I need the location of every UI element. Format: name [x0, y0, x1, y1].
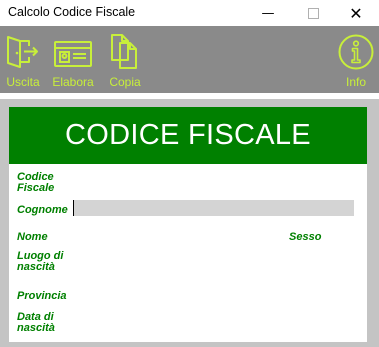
- close-icon: ✕: [349, 3, 363, 23]
- exit-door-icon: [7, 36, 38, 68]
- info-label: Info: [345, 75, 366, 89]
- uscita-button[interactable]: Uscita: [4, 26, 42, 93]
- cognome-input[interactable]: [73, 200, 354, 216]
- uscita-label: Uscita: [6, 75, 40, 89]
- copia-button[interactable]: Copia: [103, 26, 147, 93]
- maximize-icon: [307, 7, 319, 19]
- data-nascita-label: Data di nascità: [17, 312, 55, 334]
- form-area: CODICE FISCALE Codice Fiscale Cognome No…: [9, 107, 367, 342]
- main-panel: CODICE FISCALE Codice Fiscale Cognome No…: [0, 99, 379, 347]
- minimize-icon: —: [261, 5, 275, 21]
- codice-fiscale-label: Codice Fiscale: [17, 172, 54, 194]
- toolbar: Uscita Elabora Copia Info: [0, 26, 379, 93]
- window-title: Calcolo Codice Fiscale: [8, 5, 136, 19]
- codice-fiscale-label-line2: Fiscale: [17, 182, 55, 194]
- luogo-nascita-label: Luogo di nascità: [17, 251, 63, 273]
- info-button[interactable]: Info: [336, 26, 376, 93]
- info-circle-icon: [338, 34, 374, 70]
- maximize-button[interactable]: [290, 0, 336, 26]
- id-card-icon: [54, 41, 92, 67]
- luogo-nascita-label-line2: nascità: [17, 261, 55, 273]
- nome-label: Nome: [17, 231, 48, 243]
- elabora-label: Elabora: [52, 75, 94, 89]
- data-nascita-label-line2: nascità: [17, 322, 55, 334]
- cognome-label: Cognome: [17, 204, 68, 216]
- elabora-button[interactable]: Elabora: [48, 26, 98, 93]
- copia-label: Copia: [109, 75, 141, 89]
- provincia-label: Provincia: [17, 290, 67, 302]
- sesso-label: Sesso: [289, 231, 322, 243]
- minimize-button[interactable]: —: [245, 0, 291, 26]
- form-header: CODICE FISCALE: [9, 107, 367, 164]
- form-header-title: CODICE FISCALE: [65, 119, 311, 151]
- close-button[interactable]: ✕: [333, 0, 379, 26]
- copy-documents-icon: [111, 34, 137, 69]
- title-bar: Calcolo Codice Fiscale — ✕: [0, 0, 379, 26]
